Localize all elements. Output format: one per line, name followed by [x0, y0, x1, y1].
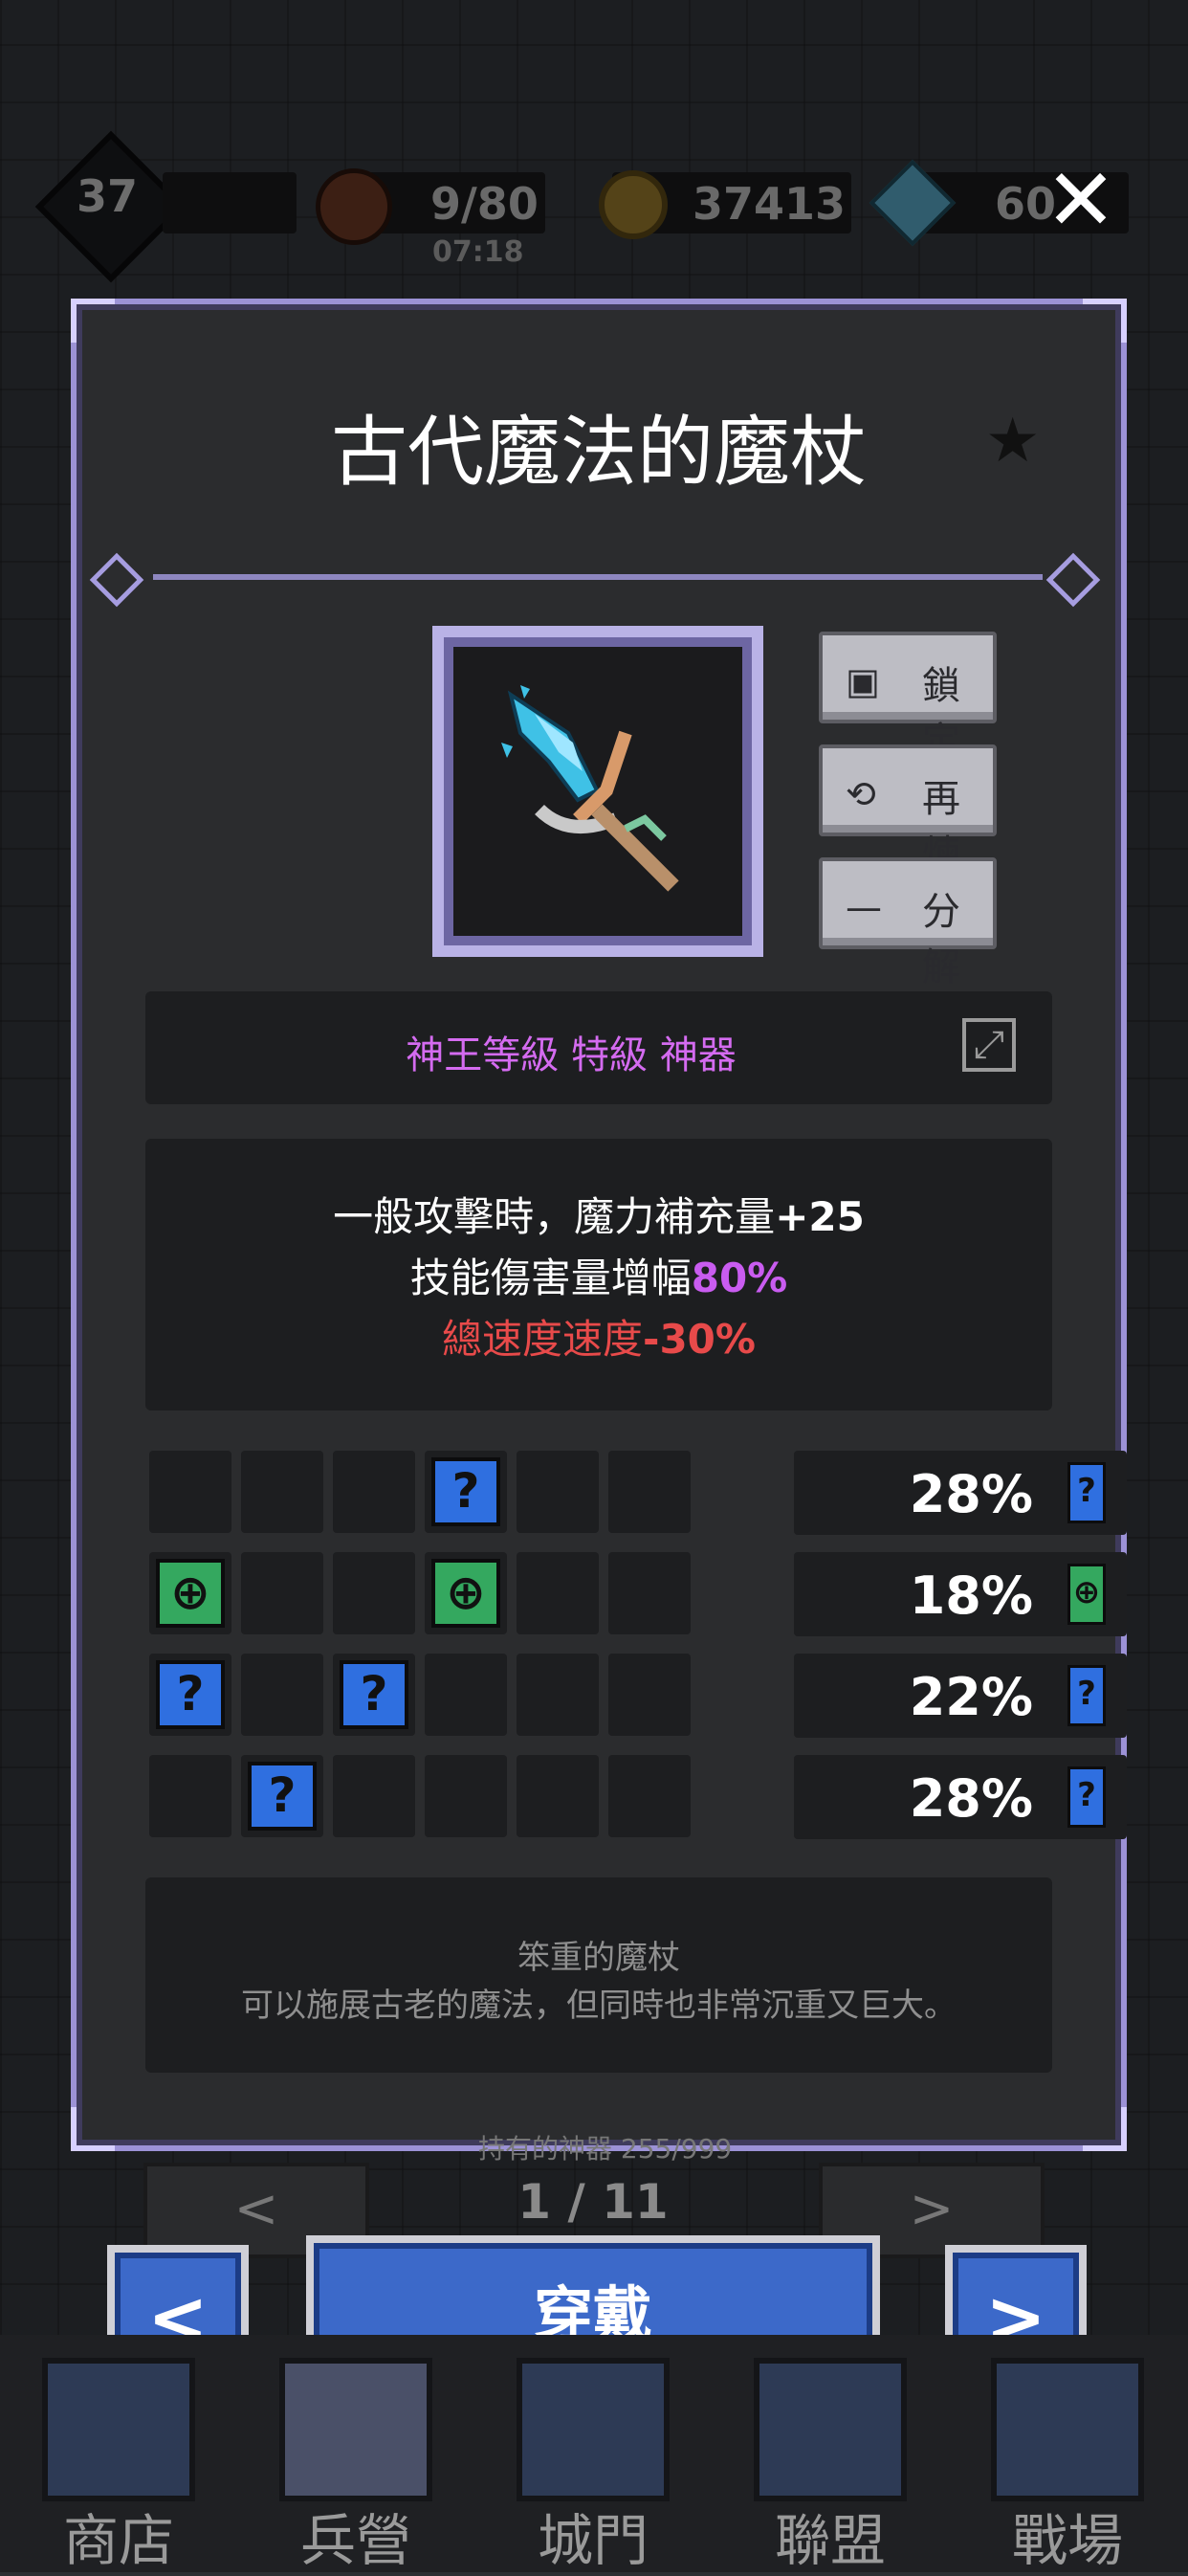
blue-rune-icon: ? — [340, 1660, 408, 1729]
rune-slot[interactable] — [425, 1755, 507, 1837]
blue-banner-icon: ? — [1067, 1665, 1106, 1726]
rune-bonus: 28% ? — [794, 1451, 1127, 1535]
rune-slot[interactable] — [608, 1552, 691, 1634]
rune-bonus: 28% ? — [794, 1755, 1127, 1839]
description-title: 笨重的魔杖 — [517, 1939, 680, 1977]
expand-icon[interactable]: ⤢ — [962, 1018, 1016, 1072]
rune-slot[interactable] — [425, 1654, 507, 1736]
close-button[interactable]: ✕ — [1043, 158, 1119, 244]
item-grade: 神王等級 特級 神器 — [406, 1033, 737, 1077]
divider-ornament — [1045, 552, 1101, 608]
green-bow-rune-icon: ⊕ — [156, 1559, 225, 1628]
nav-barracks[interactable]: 兵營 — [237, 2335, 474, 2573]
rune-slot[interactable] — [608, 1654, 691, 1736]
battlefield-icon — [991, 2358, 1144, 2501]
owned-count: 持有的神器 255/999 — [478, 2133, 733, 2165]
rune-slot[interactable] — [241, 1552, 323, 1634]
rune-slot[interactable] — [241, 1654, 323, 1736]
rune-slot[interactable] — [149, 1755, 231, 1837]
nav-shop[interactable]: 商店 — [0, 2335, 237, 2573]
blue-rune-icon: ? — [431, 1457, 500, 1526]
item-title: 古代魔法的魔杖 — [331, 408, 867, 497]
rune-slot[interactable] — [241, 1451, 323, 1533]
rune-slot[interactable]: ? — [425, 1451, 507, 1533]
barracks-icon — [279, 2358, 432, 2501]
page-indicator: 1 / 11 — [517, 2174, 669, 2230]
rune-slot[interactable]: ? — [333, 1654, 415, 1736]
rune-slot[interactable] — [517, 1755, 599, 1837]
nav-battlefield[interactable]: 戰場 — [949, 2335, 1186, 2573]
rune-slot[interactable]: ? — [149, 1654, 231, 1736]
title-divider — [153, 574, 1043, 580]
description-text: 可以施展古老的魔法，但同時也非常沉重又巨大。 — [241, 1987, 957, 2025]
effect-mana: 一般攻擊時，魔力補充量+25 — [333, 1193, 865, 1240]
blue-banner-icon: ? — [1067, 1766, 1106, 1828]
rune-bonus: 22% ? — [794, 1654, 1127, 1738]
rune-slot[interactable] — [517, 1552, 599, 1634]
minus-icon: — — [846, 886, 882, 928]
rune-slot[interactable] — [149, 1451, 231, 1533]
blue-rune-icon: ? — [248, 1762, 317, 1831]
green-banner-icon: ⊕ — [1067, 1564, 1106, 1625]
grade-panel: 神王等級 特級 神器 ⤢ — [145, 991, 1052, 1104]
description-panel: 笨重的魔杖 可以施展古老的魔法，但同時也非常沉重又巨大。 — [145, 1877, 1052, 2073]
blue-rune-icon: ? — [156, 1660, 225, 1729]
nav-gate[interactable]: 城門 — [474, 2335, 712, 2573]
item-icon-frame — [432, 626, 763, 957]
effect-speed-penalty: 總速度速度-30% — [442, 1316, 756, 1363]
nav-alliance[interactable]: 聯盟 — [712, 2335, 949, 2573]
item-detail-dialog: 古代魔法的魔杖 ★ ▣ 鎖定 ⟲ 再煉 — 分解 神王等級 特級 神器 ⤢ 一般… — [71, 299, 1127, 2151]
rune-slot[interactable]: ? — [241, 1755, 323, 1837]
refine-icon: ⟲ — [846, 773, 876, 815]
magic-staff-icon — [501, 685, 679, 892]
rune-slot[interactable]: ⊕ — [149, 1552, 231, 1634]
lock-button[interactable]: ▣ 鎖定 — [819, 632, 997, 764]
lock-icon: ▣ — [846, 660, 880, 702]
refine-button[interactable]: ⟲ 再煉 — [819, 744, 997, 877]
rune-slot[interactable] — [333, 1552, 415, 1634]
divider-ornament — [89, 552, 144, 608]
shop-icon — [42, 2358, 195, 2501]
star-icon[interactable]: ★ — [985, 406, 1040, 477]
rune-slot[interactable] — [608, 1451, 691, 1533]
blue-banner-icon: ? — [1067, 1462, 1106, 1523]
disassemble-button[interactable]: — 分解 — [819, 857, 997, 989]
rune-slot[interactable] — [608, 1755, 691, 1837]
rune-slot[interactable] — [517, 1654, 599, 1736]
green-bow-rune-icon: ⊕ — [431, 1559, 500, 1628]
rune-slot[interactable]: ⊕ — [425, 1552, 507, 1634]
effects-panel: 一般攻擊時，魔力補充量+25 技能傷害量增幅80% 總速度速度-30% — [145, 1139, 1052, 1410]
effect-skill-damage: 技能傷害量增幅80% — [409, 1255, 788, 1301]
bottom-nav: 商店 兵營 城門 聯盟 戰場 — [0, 2335, 1188, 2573]
alliance-icon — [754, 2358, 907, 2501]
rune-bonus: 18% ⊕ — [794, 1552, 1127, 1636]
rune-slot[interactable] — [517, 1451, 599, 1533]
rune-slot[interactable] — [333, 1755, 415, 1837]
gate-icon — [517, 2358, 670, 2501]
rune-slot[interactable] — [333, 1451, 415, 1533]
